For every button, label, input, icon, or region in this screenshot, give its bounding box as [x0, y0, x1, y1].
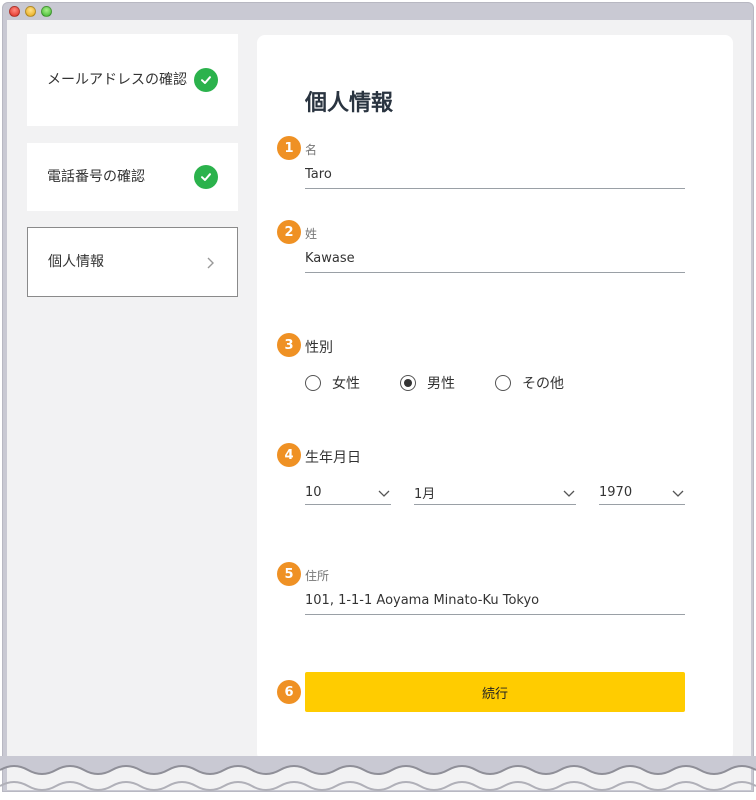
step-number-badge: 3: [277, 333, 301, 357]
continue-button[interactable]: 続行: [305, 672, 685, 712]
radio-label: 男性: [427, 376, 455, 392]
radio-circle[interactable]: [495, 375, 511, 391]
birth-year-value: 1970: [599, 485, 633, 500]
step-label: メールアドレスの確認: [47, 72, 187, 88]
last-name-input[interactable]: [305, 245, 685, 273]
radio-label: 女性: [332, 376, 360, 392]
step-personal-info[interactable]: 個人情報: [27, 227, 238, 297]
chevron-down-icon: [672, 490, 684, 497]
gender-label: 性別: [305, 340, 333, 356]
step-label: 電話番号の確認: [47, 169, 145, 185]
gender-option-female[interactable]: 女性: [305, 373, 360, 393]
chevron-down-icon: [378, 490, 390, 497]
close-window-icon[interactable]: [9, 6, 20, 17]
address-label: 住所: [305, 569, 330, 583]
radio-dot: [404, 379, 412, 387]
radio-circle-selected[interactable]: [400, 375, 416, 391]
birth-day-value: 10: [305, 485, 322, 500]
step-number-badge: 1: [277, 136, 301, 160]
first-name-input[interactable]: [305, 161, 685, 189]
browser-window: メールアドレスの確認 電話番号の確認 個人情報 個人情報 1 名 2: [2, 2, 754, 792]
torn-edge-decoration: [0, 756, 756, 791]
gender-option-other[interactable]: その他: [495, 373, 564, 393]
page-content: メールアドレスの確認 電話番号の確認 個人情報 個人情報 1 名 2: [7, 20, 751, 790]
birth-month-select[interactable]: 1月: [414, 481, 576, 505]
check-icon: [194, 68, 218, 92]
birthdate-label: 生年月日: [305, 450, 361, 466]
step-phone-verification[interactable]: 電話番号の確認: [27, 143, 238, 211]
step-number-badge: 2: [277, 220, 301, 244]
step-number-badge: 4: [277, 443, 301, 467]
step-email-verification[interactable]: メールアドレスの確認: [27, 34, 238, 126]
title-bar: [3, 3, 753, 20]
birth-month-value: 1月: [414, 487, 436, 502]
last-name-label: 姓: [305, 227, 318, 241]
step-number-badge: 5: [277, 562, 301, 586]
personal-info-card: 個人情報 1 名 2 姓 3 性別 女性 男性: [257, 35, 733, 761]
chevron-right-icon: [203, 255, 217, 269]
radio-circle[interactable]: [305, 375, 321, 391]
gender-option-male[interactable]: 男性: [400, 373, 455, 393]
chevron-down-icon: [563, 490, 575, 497]
birth-year-select[interactable]: 1970: [599, 481, 685, 505]
step-number-badge: 6: [277, 680, 301, 704]
page-title: 個人情報: [305, 91, 394, 116]
step-label: 個人情報: [48, 254, 104, 270]
birth-day-select[interactable]: 10: [305, 481, 391, 505]
gender-radio-group: 女性 男性 その他: [305, 373, 604, 393]
maximize-window-icon[interactable]: [41, 6, 52, 17]
radio-label: その他: [522, 376, 564, 392]
check-icon: [194, 165, 218, 189]
address-input[interactable]: [305, 587, 685, 615]
first-name-label: 名: [305, 143, 318, 157]
minimize-window-icon[interactable]: [25, 6, 36, 17]
